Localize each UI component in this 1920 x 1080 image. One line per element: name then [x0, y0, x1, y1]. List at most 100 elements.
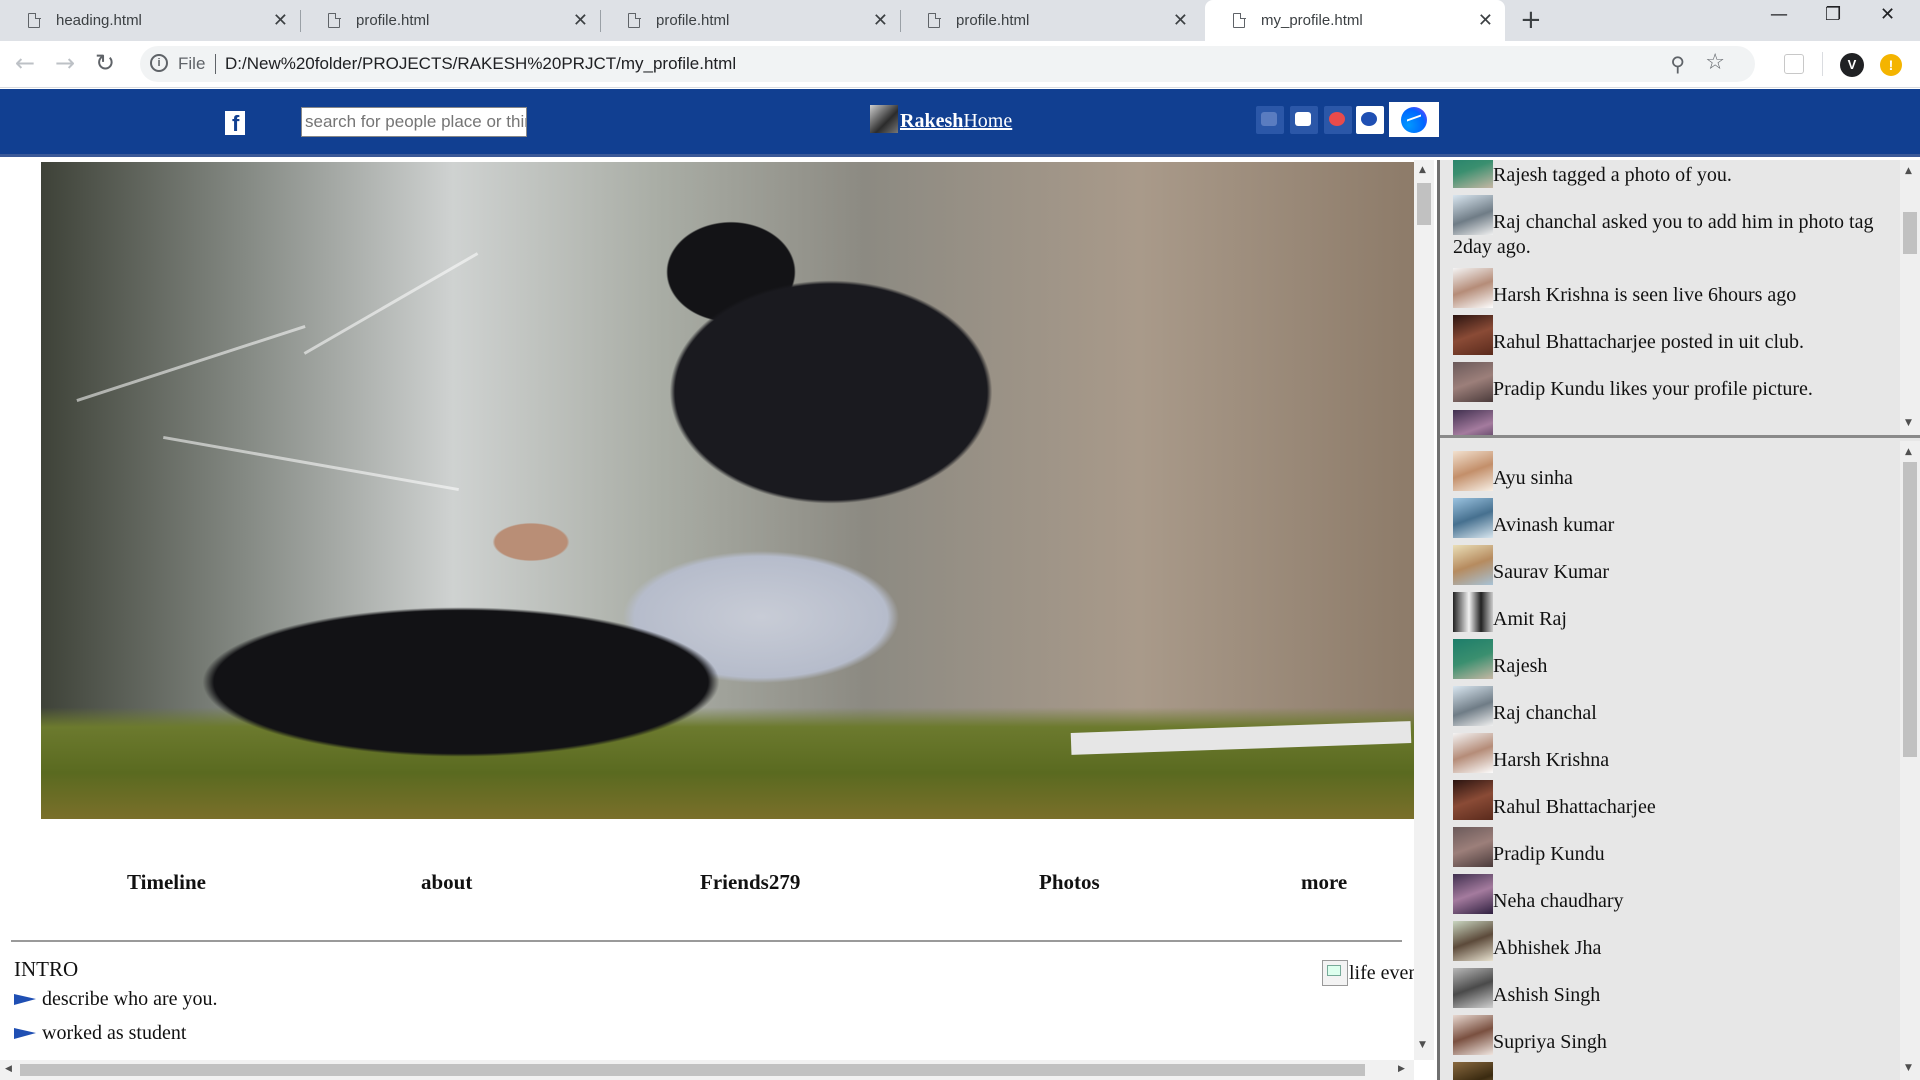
document-icon	[28, 12, 41, 28]
notification-item[interactable]: Raj chanchal asked you to add him in pho…	[1453, 195, 1893, 260]
scroll-up-icon[interactable]: ▲	[1905, 447, 1912, 457]
avatar	[1453, 639, 1493, 679]
notification-text: Rahul Bhattacharjee posted in uit club.	[1493, 331, 1805, 353]
scrollbar-thumb[interactable]	[20, 1064, 1365, 1076]
friend-name: Raj chanchal	[1493, 702, 1597, 724]
messages-icon[interactable]	[1290, 106, 1318, 134]
close-icon[interactable]: ✕	[1173, 10, 1188, 31]
messages-glyph	[1295, 112, 1311, 126]
friend-item[interactable]: Ashish Singh	[1453, 968, 1893, 1008]
scroll-down-icon[interactable]: ▼	[1905, 418, 1912, 428]
brand-name[interactable]: Rakesh	[900, 110, 963, 133]
close-icon[interactable]: ✕	[573, 10, 588, 31]
document-icon	[1233, 12, 1246, 28]
notification-text: Rajesh tagged a photo of you.	[1493, 164, 1732, 186]
notification-item[interactable]: Rajesh tagged a photo of you.	[1453, 160, 1893, 188]
avatar	[1453, 362, 1493, 402]
friend-item[interactable]: Ayu sinha	[1453, 451, 1893, 491]
scroll-down-icon[interactable]: ▼	[1419, 1040, 1426, 1050]
friend-name: Ayu sinha	[1493, 467, 1573, 489]
friend-item[interactable]: Rajesh	[1453, 639, 1893, 679]
friend-item[interactable]: Rahul Bhattacharjee	[1453, 780, 1893, 820]
friend-item[interactable]: Raj chanchal	[1453, 686, 1893, 726]
browser-tab[interactable]: heading.html ✕	[0, 0, 301, 41]
main-horizontal-scrollbar[interactable]: ◀ ▶	[0, 1060, 1414, 1080]
friends-scrollbar[interactable]: ▲ ▼	[1900, 441, 1920, 1080]
friend-name: Harsh Krishna	[1493, 749, 1610, 771]
scrollbar-thumb[interactable]	[1903, 212, 1917, 254]
messenger-bubble	[1401, 107, 1427, 133]
scroll-up-icon[interactable]: ▲	[1419, 165, 1426, 175]
url-text[interactable]: D:/New%20folder/PROJECTS/RAKESH%20PRJCT/…	[225, 54, 736, 74]
friend-name: Saurav Kumar	[1493, 561, 1610, 583]
friend-item[interactable]: Avinash kumar	[1453, 498, 1893, 538]
forward-icon[interactable]: →	[55, 49, 75, 77]
extension-icon[interactable]	[1784, 54, 1804, 74]
friend-name: Ashish Singh	[1493, 984, 1601, 1006]
friend-item[interactable]	[1453, 1062, 1893, 1080]
zoom-icon[interactable]: ⚲	[1670, 52, 1685, 76]
scrollbar-thumb[interactable]	[1903, 462, 1917, 757]
friend-name: Neha chaudhary	[1493, 890, 1624, 912]
scroll-down-icon[interactable]: ▼	[1905, 1063, 1912, 1073]
notifications-scrollbar[interactable]: ▲ ▼	[1900, 160, 1920, 435]
friend-item[interactable]: Harsh Krishna	[1453, 733, 1893, 773]
friend-item[interactable]: Amit Raj	[1453, 592, 1893, 632]
browser-tab-active[interactable]: my_profile.html ✕	[1205, 0, 1505, 41]
avatar	[1453, 874, 1493, 914]
reload-icon[interactable]: ↻	[95, 49, 115, 77]
cover-photo[interactable]	[41, 162, 1414, 819]
friend-item[interactable]: Supriya Singh	[1453, 1015, 1893, 1055]
tab-friends[interactable]: Friends279	[700, 870, 800, 895]
messenger-icon[interactable]	[1389, 102, 1439, 137]
friend-item[interactable]: Abhishek Jha	[1453, 921, 1893, 961]
restore-icon[interactable]: ❐	[1825, 4, 1841, 25]
main-content: Timeline about Friends279 Photos more IN…	[0, 160, 1437, 1080]
browser-toolbar: ← → ↻ i File D:/New%20folder/PROJECTS/RA…	[0, 41, 1920, 88]
new-tab-icon[interactable]: +	[1520, 5, 1542, 35]
window-close-icon[interactable]: ✕	[1880, 4, 1895, 25]
profile-avatar[interactable]: V	[1840, 53, 1864, 77]
friend-requests-icon[interactable]	[1256, 106, 1284, 134]
photo-detail	[76, 324, 306, 403]
right-sidebar: Rajesh tagged a photo of you. Raj chanch…	[1437, 160, 1920, 1080]
bookmark-star-icon[interactable]: ☆	[1705, 50, 1725, 75]
close-icon[interactable]: ✕	[1478, 10, 1493, 31]
avatar	[1453, 1015, 1493, 1055]
notification-item[interactable]	[1453, 410, 1893, 435]
minimize-icon[interactable]: —	[1770, 4, 1788, 25]
browser-tab[interactable]: profile.html ✕	[300, 0, 601, 41]
brand-link[interactable]: Rakesh Home	[870, 105, 1012, 133]
friend-item[interactable]: Saurav Kumar	[1453, 545, 1893, 585]
friend-item[interactable]: Neha chaudhary	[1453, 874, 1893, 914]
info-icon[interactable]: i	[150, 54, 168, 72]
close-icon[interactable]: ✕	[873, 10, 888, 31]
notification-item[interactable]: Harsh Krishna is seen live 6hours ago	[1453, 268, 1893, 308]
tab-about[interactable]: about	[421, 870, 472, 895]
friend-item[interactable]: Pradip Kundu	[1453, 827, 1893, 867]
browser-tab[interactable]: profile.html ✕	[600, 0, 901, 41]
notification-item[interactable]: Pradip Kundu likes your profile picture.	[1453, 362, 1893, 402]
address-bar[interactable]: i File D:/New%20folder/PROJECTS/RAKESH%2…	[140, 46, 1755, 82]
home-link[interactable]: Home	[963, 110, 1012, 133]
search-input[interactable]	[301, 107, 527, 137]
tab-timeline[interactable]: Timeline	[127, 870, 206, 895]
facebook-logo-icon[interactable]: f	[225, 111, 245, 136]
main-vertical-scrollbar[interactable]: ▲ ▼	[1414, 160, 1434, 1060]
scroll-up-icon[interactable]: ▲	[1905, 166, 1912, 176]
back-icon[interactable]: ←	[15, 49, 35, 77]
privacy-lock-icon[interactable]	[1356, 106, 1384, 134]
friend-name: Abhishek Jha	[1493, 937, 1602, 959]
browser-tab[interactable]: profile.html ✕	[900, 0, 1200, 41]
notifications-icon[interactable]	[1324, 106, 1352, 134]
tab-more[interactable]: more	[1301, 870, 1347, 895]
scroll-left-icon[interactable]: ◀	[5, 1064, 12, 1074]
document-icon	[328, 12, 341, 28]
avatar	[1453, 410, 1493, 435]
close-icon[interactable]: ✕	[273, 10, 288, 31]
alert-icon[interactable]: !	[1880, 54, 1902, 76]
scroll-right-icon[interactable]: ▶	[1398, 1064, 1405, 1074]
tab-photos[interactable]: Photos	[1039, 870, 1100, 895]
notification-item[interactable]: Rahul Bhattacharjee posted in uit club.	[1453, 315, 1893, 355]
scrollbar-thumb[interactable]	[1417, 183, 1431, 225]
